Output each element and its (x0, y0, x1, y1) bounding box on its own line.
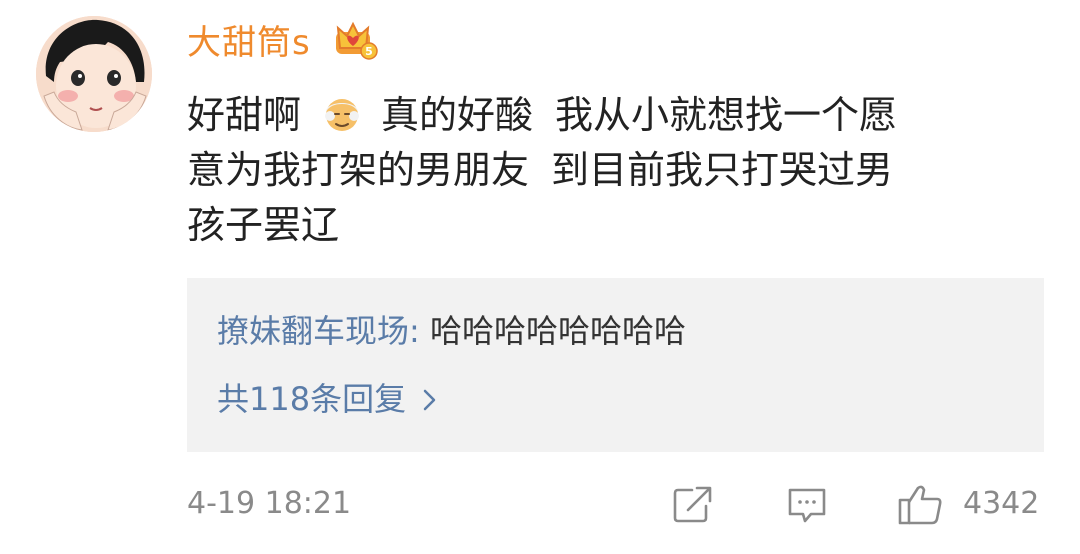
vip-crown-icon: 5 (334, 18, 378, 60)
username[interactable]: 大甜筒s (187, 18, 311, 68)
comment-text-part: 好甜啊 (187, 93, 302, 137)
avatar[interactable] (36, 16, 152, 132)
reply-count-label: 共118条回复 (217, 380, 407, 418)
reply-preview-box[interactable]: 撩妹翻车现场: 哈哈哈哈哈哈哈哈 共118条回复 (187, 278, 1044, 452)
svg-text:5: 5 (365, 45, 373, 58)
comment-text-part: 孩子罢辽 (187, 203, 340, 247)
comment-text-part: 到目前我只打哭过男 (551, 148, 894, 192)
reply-item[interactable]: 撩妹翻车现场: 哈哈哈哈哈哈哈哈 (217, 308, 686, 354)
like-button[interactable] (896, 482, 944, 526)
chevron-right-icon (422, 388, 438, 412)
comment-text-part: 我从小就想找一个愿 (555, 93, 898, 137)
comment-text-part: 意为我打架的男朋友 (187, 148, 530, 192)
like-count: 4342 (963, 486, 1040, 521)
share-icon (673, 486, 712, 523)
comment-icon (788, 488, 826, 523)
comment-line-1: 好甜啊 真的好酸 我从小就想找一个愿 (187, 88, 1037, 143)
timestamp: 4-19 18:21 (187, 486, 352, 521)
comment-button[interactable] (785, 482, 829, 526)
view-all-replies-link[interactable]: 共118条回复 (217, 376, 438, 422)
share-button[interactable] (670, 482, 716, 526)
comment-line-2: 意为我打架的男朋友 到目前我只打哭过男 (187, 143, 1037, 198)
thumbs-up-icon (898, 485, 942, 525)
comment-text-part: 真的好酸 (381, 93, 534, 137)
old-man-face-icon (321, 92, 363, 134)
comment-line-3: 孩子罢辽 (187, 198, 1037, 253)
reply-text: 哈哈哈哈哈哈哈哈 (429, 312, 686, 350)
reply-author[interactable]: 撩妹翻车现场: (217, 312, 420, 350)
comment-text: 好甜啊 真的好酸 我从小就想找一个愿 意为我打架的男朋友 到目前我只打哭过男 孩子罢… (187, 88, 1037, 253)
